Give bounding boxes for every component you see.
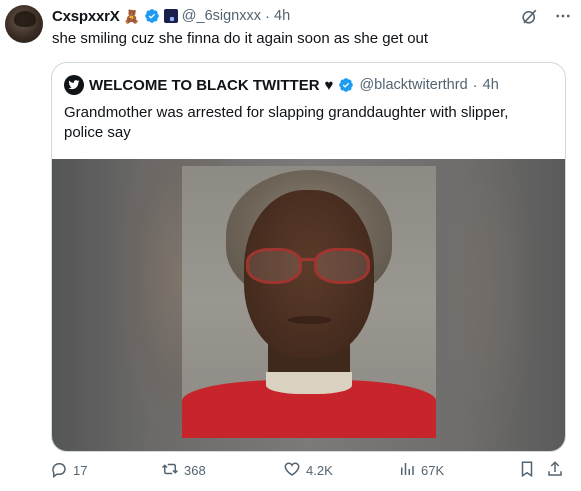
- share-button[interactable]: [546, 460, 564, 481]
- quote-time[interactable]: 4h: [483, 77, 499, 93]
- views-icon: [398, 460, 416, 481]
- repost-count: 368: [184, 463, 206, 478]
- tweet-header: CxspxxrX 🧸 @_6signxxx · 4h: [52, 6, 541, 26]
- like-count: 4.2K: [306, 463, 333, 478]
- bookmark-button[interactable]: [518, 460, 536, 481]
- verified-badge-icon[interactable]: [338, 77, 354, 93]
- author-display-name[interactable]: CxspxxrX: [52, 8, 120, 25]
- tweet-text: she smiling cuz she finna do it again so…: [52, 30, 429, 47]
- reply-button[interactable]: 17: [50, 460, 87, 481]
- separator-dot: ·: [265, 7, 270, 25]
- views-count: 67K: [421, 463, 445, 478]
- like-button[interactable]: 4.2K: [283, 460, 333, 481]
- quote-author-avatar[interactable]: [64, 75, 84, 95]
- more-icon[interactable]: [553, 6, 573, 26]
- reply-count: 17: [73, 463, 88, 478]
- affiliate-badge-icon[interactable]: [163, 9, 178, 23]
- heart-emoji: ♥: [324, 76, 334, 94]
- quote-author-handle[interactable]: @blacktwiterthrd: [359, 77, 467, 93]
- repost-icon: [161, 460, 179, 481]
- quote-author-display-name[interactable]: WELCOME TO BLACK TWITTER: [89, 77, 320, 94]
- quote-media-image[interactable]: [52, 159, 565, 451]
- separator-dot: ·: [472, 76, 478, 94]
- teddy-bear-emoji: 🧸: [123, 8, 140, 24]
- tweet-time[interactable]: 4h: [274, 8, 290, 24]
- photo-collar: [266, 372, 352, 394]
- share-icon: [546, 460, 564, 481]
- repost-button[interactable]: 368: [161, 460, 206, 481]
- quote-text: Grandmother was arrested for slapping gr…: [64, 104, 509, 141]
- photo-glasses: [246, 248, 372, 288]
- top-right-icons: [519, 6, 573, 26]
- tweet-actions: 17 368 4.2K 67K: [50, 460, 570, 484]
- author-avatar[interactable]: [5, 5, 43, 43]
- reply-icon: [50, 460, 68, 481]
- grok-icon[interactable]: [519, 6, 539, 26]
- media-blur-background: [447, 159, 537, 451]
- mugshot-photo: [182, 166, 436, 438]
- verified-badge-icon[interactable]: [144, 8, 160, 24]
- views-button[interactable]: 67K: [398, 460, 444, 481]
- quote-header: WELCOME TO BLACK TWITTER ♥ @blacktwitert…: [64, 75, 499, 95]
- photo-mouth: [288, 316, 332, 324]
- author-handle[interactable]: @_6signxxx: [182, 8, 261, 24]
- quoted-tweet-card[interactable]: WELCOME TO BLACK TWITTER ♥ @blacktwitert…: [51, 62, 566, 452]
- like-icon: [283, 460, 301, 481]
- bookmark-icon: [518, 460, 536, 481]
